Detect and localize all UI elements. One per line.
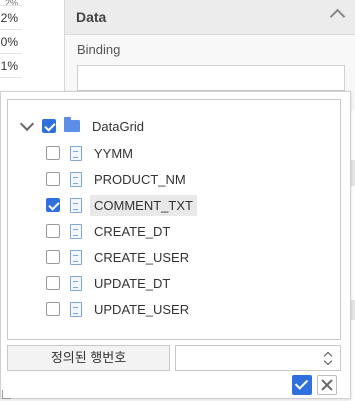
tree-field-update-user[interactable]: UPDATE_USER [46,297,193,321]
grid-cell: 2% [0,6,22,30]
tree-field-create-user[interactable]: CREATE_USER [46,245,193,269]
file-icon [70,145,82,161]
field-checkbox[interactable] [46,146,60,160]
field-label: YYMM [94,145,133,161]
field-checkbox[interactable] [46,224,60,238]
field-checkbox[interactable] [46,302,60,316]
field-label: UPDATE_DT [94,275,171,291]
tree-field-yymm[interactable]: YYMM [46,141,137,165]
binding-field[interactable] [77,65,345,91]
collapse-chevron-icon[interactable] [329,8,346,25]
file-icon [70,171,82,187]
field-label: CREATE_DT [94,223,171,239]
file-icon [70,223,82,239]
file-icon [70,249,82,265]
field-label: COMMENT_TXT [90,194,197,216]
field-label: PRODUCT_NM [94,171,186,187]
expand-chevron-icon[interactable] [19,116,35,132]
tree-field-product-nm[interactable]: PRODUCT_NM [46,167,190,191]
tree-field-create-dt[interactable]: CREATE_DT [46,219,174,243]
field-checkbox[interactable] [46,250,60,264]
field-tree: DataGrid YYMM PRODUCT_NM COMMENT_TXT CRE… [7,99,341,340]
root-checkbox[interactable] [42,119,56,133]
resize-handle-icon[interactable] [2,390,11,399]
row-number-select[interactable] [175,345,341,371]
binding-label: Binding [77,42,121,57]
panel-header[interactable]: Data [65,0,355,35]
grid-cell: 0% [0,30,22,54]
background-grid: 2% 2% 0% 1% [0,0,23,95]
confirm-check-button[interactable] [292,375,312,395]
folder-icon [64,117,80,132]
defined-row-number-button[interactable]: 정의된 행번호 [7,345,170,371]
field-checkbox[interactable] [46,172,60,186]
tree-field-comment-txt[interactable]: COMMENT_TXT [46,193,197,217]
tree-node-label: DataGrid [92,118,145,134]
file-icon [70,275,82,291]
field-checkbox[interactable] [46,276,60,290]
file-icon [70,301,82,317]
background-gap [22,0,64,95]
tree-field-update-dt[interactable]: UPDATE_DT [46,271,174,295]
updown-arrows-icon[interactable] [323,351,333,366]
field-label: CREATE_USER [94,249,190,265]
field-checkbox[interactable] [46,198,60,212]
file-icon [70,197,82,213]
grid-cell: 1% [0,54,22,78]
cancel-close-button[interactable] [317,375,337,395]
binding-picker-popup: DataGrid YYMM PRODUCT_NM COMMENT_TXT CRE… [0,91,351,399]
tree-root-node[interactable]: DataGrid [8,114,148,138]
field-label: UPDATE_USER [94,301,190,317]
panel-title: Data [76,9,107,25]
